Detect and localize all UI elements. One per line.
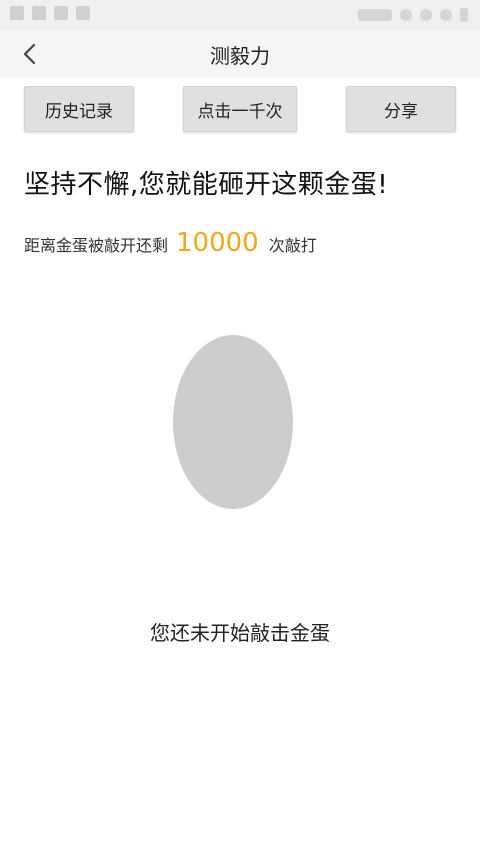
app-root: 测毅力 历史记录 点击一千次 分享 坚持不懈,您就能砸开这颗金蛋! 距离金蛋被敲… — [0, 0, 480, 853]
counter-prefix: 距离金蛋被敲开还剩 — [24, 236, 169, 255]
click-thousand-button[interactable]: 点击一千次 — [183, 86, 297, 132]
status-text: 您还未开始敲击金蛋 — [150, 621, 330, 645]
notification-icon — [76, 6, 90, 20]
golden-egg[interactable] — [173, 335, 293, 509]
notification-icon — [54, 6, 68, 20]
alarm-icon — [400, 9, 412, 21]
headline: 坚持不懈,您就能砸开这颗金蛋! — [24, 170, 389, 200]
status-bar — [0, 0, 480, 30]
network-speed-icon — [358, 9, 392, 21]
wifi-icon — [420, 9, 432, 21]
battery-icon — [460, 8, 468, 22]
status-bar-right — [358, 8, 468, 22]
notification-icon — [10, 6, 24, 20]
nav-bar: 测毅力 — [0, 30, 480, 78]
history-button[interactable]: 历史记录 — [24, 86, 134, 132]
signal-icon — [440, 9, 452, 21]
share-button[interactable]: 分享 — [346, 86, 456, 132]
action-row: 历史记录 点击一千次 分享 — [0, 86, 480, 132]
notification-icon — [32, 6, 46, 20]
counter-value: 10000 — [176, 228, 259, 258]
counter-line: 距离金蛋被敲开还剩 10000 次敲打 — [24, 228, 317, 258]
counter-suffix: 次敲打 — [268, 236, 317, 255]
status-bar-left — [10, 6, 90, 20]
page-title: 测毅力 — [210, 44, 270, 68]
